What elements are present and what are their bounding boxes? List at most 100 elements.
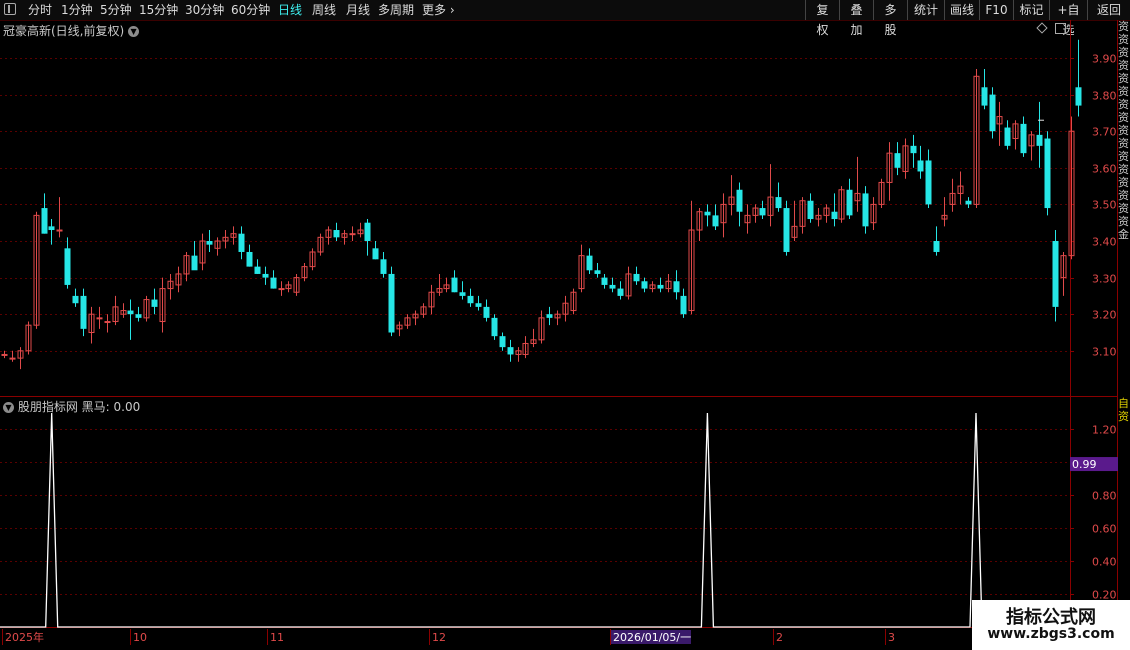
candle-body bbox=[815, 214, 822, 220]
diamond-icon[interactable] bbox=[1036, 22, 1048, 34]
candle-body bbox=[254, 266, 261, 274]
candle-body bbox=[175, 273, 182, 286]
toolbar-button-0[interactable]: 复权 bbox=[805, 0, 839, 37]
watermark: 指标公式网 www.zbgs3.com bbox=[972, 600, 1130, 650]
candle-body bbox=[609, 284, 616, 289]
candle-body bbox=[665, 280, 672, 290]
candle-body bbox=[554, 313, 561, 319]
tab-period-2[interactable]: 5分钟 bbox=[100, 0, 132, 20]
candle-body bbox=[783, 208, 790, 252]
toolbar-button-3[interactable]: 统计 bbox=[907, 0, 944, 20]
candle-body bbox=[151, 299, 158, 307]
candle-body bbox=[41, 208, 48, 234]
toolbar-button-7[interactable]: +自选 bbox=[1049, 0, 1087, 37]
indicator-line bbox=[0, 413, 1070, 628]
candle-body bbox=[443, 284, 450, 290]
chevron-down-icon[interactable]: ▼ bbox=[3, 402, 14, 413]
x-tick-label: 11 bbox=[270, 631, 284, 644]
y-tick-label: 3.60 bbox=[1092, 163, 1117, 176]
candle-body bbox=[183, 255, 190, 275]
main-chart-title: 冠豪高新(日线,前复权) ▼ bbox=[3, 22, 140, 39]
candle-body bbox=[862, 193, 869, 227]
candle-body bbox=[680, 295, 687, 315]
candle-body bbox=[1004, 127, 1011, 146]
y-tick-label: 0.40 bbox=[1092, 556, 1117, 569]
candle-body bbox=[673, 281, 680, 293]
candle-body bbox=[293, 277, 300, 293]
candle-body bbox=[143, 299, 150, 319]
candle-body bbox=[933, 241, 940, 252]
candle-body bbox=[854, 192, 861, 202]
candle-body bbox=[475, 303, 482, 307]
toolbar-button-1[interactable]: 叠加 bbox=[839, 0, 873, 37]
candle-body bbox=[601, 277, 608, 285]
tab-period-8[interactable]: 月线 bbox=[346, 0, 370, 20]
toolbar-button-2[interactable]: 多股 bbox=[873, 0, 907, 37]
chevron-down-icon[interactable]: ▼ bbox=[128, 26, 140, 37]
candle-body bbox=[372, 248, 379, 260]
indicator-title: ▼ 股朋指标网 黑马: 0.00 bbox=[3, 398, 140, 415]
candle-body bbox=[775, 197, 782, 209]
tab-period-3[interactable]: 15分钟 bbox=[139, 0, 178, 20]
y-tick-label: 3.80 bbox=[1092, 90, 1117, 103]
candle-body bbox=[538, 317, 545, 341]
toolbar-button-4[interactable]: 画线 bbox=[944, 0, 979, 20]
candle-body bbox=[301, 266, 308, 279]
candle-body bbox=[199, 240, 206, 264]
candle-body bbox=[641, 281, 648, 289]
candle-body bbox=[846, 189, 853, 216]
candle-body bbox=[48, 226, 55, 231]
tab-period-10[interactable]: 更多 › bbox=[422, 0, 455, 20]
candle-body bbox=[1052, 241, 1059, 307]
candle-body bbox=[64, 248, 71, 285]
y-tick-label: 3.50 bbox=[1092, 199, 1117, 212]
layout-toggle-icon[interactable] bbox=[1055, 23, 1066, 34]
y-tick-label: 3.40 bbox=[1092, 236, 1117, 249]
candle-body bbox=[127, 310, 134, 315]
candle-body bbox=[420, 306, 427, 315]
candle-body bbox=[364, 222, 371, 241]
candle-body bbox=[1068, 130, 1075, 257]
tab-period-6[interactable]: 日线 bbox=[278, 0, 302, 20]
indicator-value: 黑马: 0.00 bbox=[81, 400, 141, 414]
x-tick-label: 3 bbox=[888, 631, 895, 644]
candle-body bbox=[491, 317, 498, 337]
candle-body bbox=[222, 236, 229, 242]
tab-period-7[interactable]: 周线 bbox=[312, 0, 336, 20]
x-tick-label: 2 bbox=[776, 631, 783, 644]
toolbar-button-5[interactable]: F10 bbox=[979, 0, 1013, 20]
candle-body bbox=[404, 317, 411, 326]
candle-body bbox=[996, 116, 1003, 125]
candle-body bbox=[325, 229, 332, 238]
candle-body bbox=[206, 241, 213, 245]
tab-period-1[interactable]: 1分钟 bbox=[61, 0, 93, 20]
candle-body bbox=[562, 302, 569, 315]
tab-period-9[interactable]: 多周期 bbox=[378, 0, 414, 20]
candle-body bbox=[25, 324, 32, 352]
y-tick-label: 1.00 bbox=[1092, 457, 1117, 470]
toolbar-button-8[interactable]: 返回 bbox=[1087, 0, 1130, 20]
candle-body bbox=[412, 313, 419, 319]
candle-body bbox=[625, 273, 632, 297]
candle-body bbox=[578, 255, 585, 290]
x-tick-label: 2025年 bbox=[5, 630, 44, 644]
y-tick-label: 3.70 bbox=[1092, 126, 1117, 139]
candle-body bbox=[120, 310, 127, 315]
candle-body bbox=[949, 192, 956, 205]
indicator-name: 股朋指标网 bbox=[17, 400, 78, 414]
candle-body bbox=[823, 207, 830, 216]
candle-body bbox=[380, 259, 387, 274]
tab-period-5[interactable]: 60分钟 bbox=[231, 0, 270, 20]
tab-period-0[interactable]: 分时 bbox=[28, 0, 52, 20]
date-highlight bbox=[611, 630, 691, 644]
toolbar-button-6[interactable]: 标记 bbox=[1013, 0, 1049, 20]
candle-body bbox=[657, 284, 664, 289]
candle-body bbox=[838, 189, 845, 220]
menu-icon[interactable] bbox=[4, 3, 16, 15]
candle-body bbox=[617, 288, 624, 296]
candle-body bbox=[981, 87, 988, 106]
tab-period-4[interactable]: 30分钟 bbox=[185, 0, 224, 20]
candle-body bbox=[285, 284, 292, 290]
candle-body bbox=[917, 160, 924, 172]
candle-body bbox=[965, 200, 972, 205]
